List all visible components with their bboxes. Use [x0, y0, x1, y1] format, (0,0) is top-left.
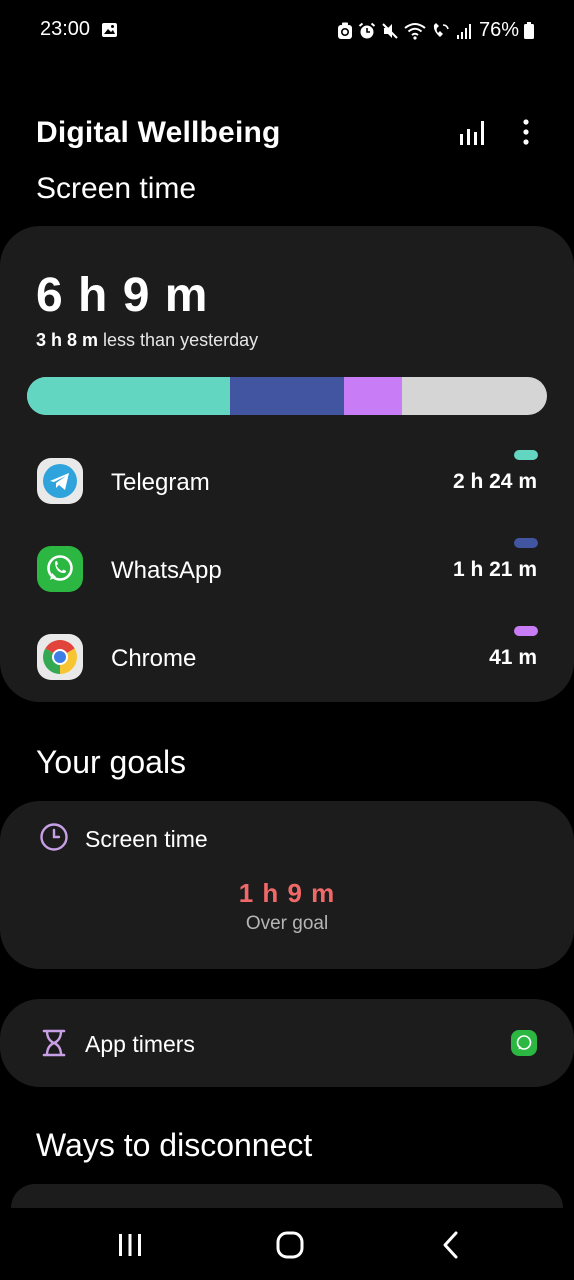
status-bar: 23:00 76% [0, 0, 574, 60]
goal-status: Over goal [245, 913, 329, 934]
usage-segment-chrome [344, 377, 402, 415]
app-row-telegram[interactable]: Telegram 2 h 24 m [0, 450, 574, 510]
status-time: 23:00 [40, 18, 91, 40]
page-title: Digital Wellbeing [36, 116, 281, 149]
chrome-icon [37, 634, 83, 680]
goal-over-value: 1 h 9 m [238, 878, 336, 908]
app-name-whatsapp: WhatsApp [111, 557, 222, 584]
usage-bar [27, 377, 547, 415]
telegram-icon [37, 458, 83, 504]
screen-time-card[interactable]: 6 h 9 m 3 h 8 m less than yesterday Tele… [0, 226, 574, 702]
clock-icon [40, 823, 68, 851]
signal-icon [456, 23, 471, 39]
app-row-chrome[interactable]: Chrome 41 m [0, 626, 574, 686]
usage-segment-whatsapp [229, 377, 345, 415]
stats-icon[interactable] [457, 118, 487, 148]
app-timers-card[interactable]: App timers [0, 999, 574, 1087]
whatsapp-icon [511, 1030, 537, 1056]
app-color-dot-telegram [514, 450, 538, 460]
app-name-chrome: Chrome [111, 645, 197, 672]
status-icons: 76% [337, 19, 534, 42]
wifi-call-icon [433, 22, 449, 37]
ways-to-disconnect-card[interactable] [11, 1184, 563, 1208]
more-options-icon[interactable] [516, 118, 536, 148]
usage-segment-telegram [27, 377, 230, 415]
gallery-icon [102, 23, 117, 37]
alarm-icon [358, 22, 376, 38]
total-screen-time: 6 h 9 m [36, 269, 209, 322]
hourglass-icon [42, 1029, 66, 1057]
compare-yesterday: 3 h 8 m less than yesterday [36, 330, 258, 351]
recent-apps-icon[interactable] [117, 1232, 143, 1258]
goal-label: Screen time [85, 826, 208, 852]
whatsapp-icon [37, 546, 83, 592]
recycle-icon [337, 22, 352, 39]
screen: 23:00 76% Digital Wellbeing Screen time … [0, 0, 574, 1280]
app-bar: Digital Wellbeing [0, 100, 574, 170]
section-heading-your-goals: Your goals [36, 744, 187, 780]
section-heading-ways-to-disconnect: Ways to disconnect [36, 1127, 313, 1163]
mute-icon [382, 22, 398, 39]
compare-value: 3 h 8 m [36, 330, 99, 350]
app-timers-label: App timers [85, 1031, 195, 1057]
app-name-telegram: Telegram [111, 469, 210, 496]
section-heading-screen-time: Screen time [36, 172, 197, 204]
wifi-icon [404, 22, 426, 40]
compare-text: less than yesterday [98, 330, 259, 350]
app-color-dot-chrome [514, 626, 538, 636]
app-time-chrome: 41 m [489, 646, 537, 669]
home-icon[interactable] [275, 1230, 305, 1260]
app-color-dot-whatsapp [514, 538, 538, 548]
battery-percent: 76% [478, 19, 519, 41]
back-icon[interactable] [441, 1230, 461, 1260]
screen-time-goal-card[interactable]: Screen time 1 h 9 m Over goal [0, 801, 574, 969]
app-time-telegram: 2 h 24 m [452, 470, 537, 493]
battery-icon [524, 22, 534, 39]
navigation-bar [0, 1208, 574, 1280]
app-row-whatsapp[interactable]: WhatsApp 1 h 21 m [0, 538, 574, 598]
app-time-whatsapp: 1 h 21 m [452, 558, 537, 581]
